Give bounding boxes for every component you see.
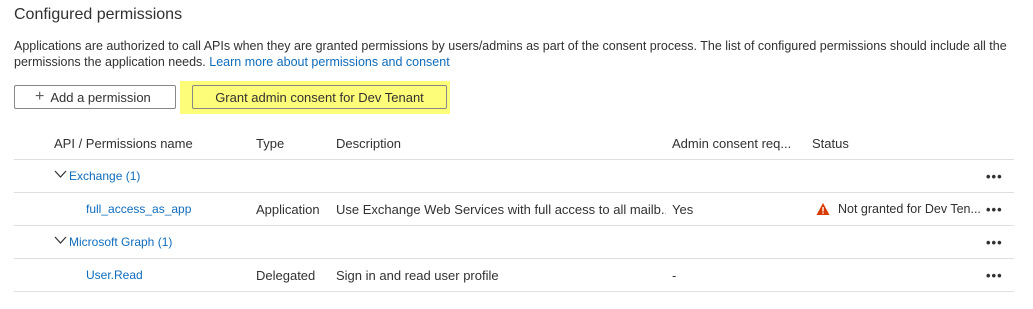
grant-admin-consent-button[interactable]: Grant admin consent for Dev Tenant — [192, 85, 447, 109]
grant-consent-highlight: Grant admin consent for Dev Tenant — [180, 81, 450, 114]
permission-name[interactable]: full_access_as_app — [86, 193, 191, 225]
more-options-icon[interactable]: ••• — [986, 160, 1003, 192]
status-text: Not granted for Dev Ten... — [838, 202, 981, 216]
admin-consent-value: Yes — [672, 201, 694, 217]
table-header-row: API / Permissions name Type Description … — [14, 127, 1014, 160]
add-permission-label: Add a permission — [50, 89, 151, 105]
more-options-icon[interactable]: ••• — [986, 259, 1003, 291]
more-options-icon[interactable]: ••• — [986, 193, 1003, 225]
permission-description: Sign in and read user profile — [336, 267, 499, 283]
warning-icon — [816, 202, 830, 216]
permission-name[interactable]: User.Read — [86, 259, 143, 291]
section-description: Applications are authorized to call APIs… — [14, 38, 1019, 70]
permission-type: Application — [256, 201, 320, 217]
chevron-down-icon[interactable] — [54, 236, 67, 248]
grant-consent-label: Grant admin consent for Dev Tenant — [215, 89, 424, 105]
group-row-exchange[interactable]: Exchange (1) ••• — [14, 160, 1014, 193]
table-row: full_access_as_app Application Use Excha… — [14, 193, 1014, 226]
header-description[interactable]: Description — [336, 127, 401, 159]
group-row-microsoft-graph[interactable]: Microsoft Graph (1) ••• — [14, 226, 1014, 259]
admin-consent-value: - — [672, 267, 677, 283]
status-cell: Not granted for Dev Ten... — [816, 193, 981, 225]
permission-description: Use Exchange Web Services with full acce… — [336, 201, 666, 217]
section-title: Configured permissions — [14, 6, 183, 23]
more-options-icon[interactable]: ••• — [986, 226, 1003, 258]
group-label-exchange[interactable]: Exchange (1) — [69, 169, 140, 183]
header-name[interactable]: API / Permissions name — [54, 127, 193, 159]
group-label-microsoft-graph[interactable]: Microsoft Graph (1) — [69, 235, 172, 249]
header-status[interactable]: Status — [812, 127, 849, 159]
permissions-table: API / Permissions name Type Description … — [14, 127, 1014, 292]
add-permission-button[interactable]: + Add a permission — [14, 85, 176, 109]
description-text: Applications are authorized to call APIs… — [14, 39, 1007, 69]
header-type[interactable]: Type — [256, 127, 284, 159]
chevron-down-icon[interactable] — [54, 170, 67, 182]
header-admin-consent[interactable]: Admin consent req... — [672, 127, 791, 159]
plus-icon: + — [35, 88, 45, 105]
learn-more-link[interactable]: Learn more about permissions and consent — [209, 55, 449, 69]
table-row: User.Read Delegated Sign in and read use… — [14, 259, 1014, 292]
permission-type: Delegated — [256, 267, 316, 283]
